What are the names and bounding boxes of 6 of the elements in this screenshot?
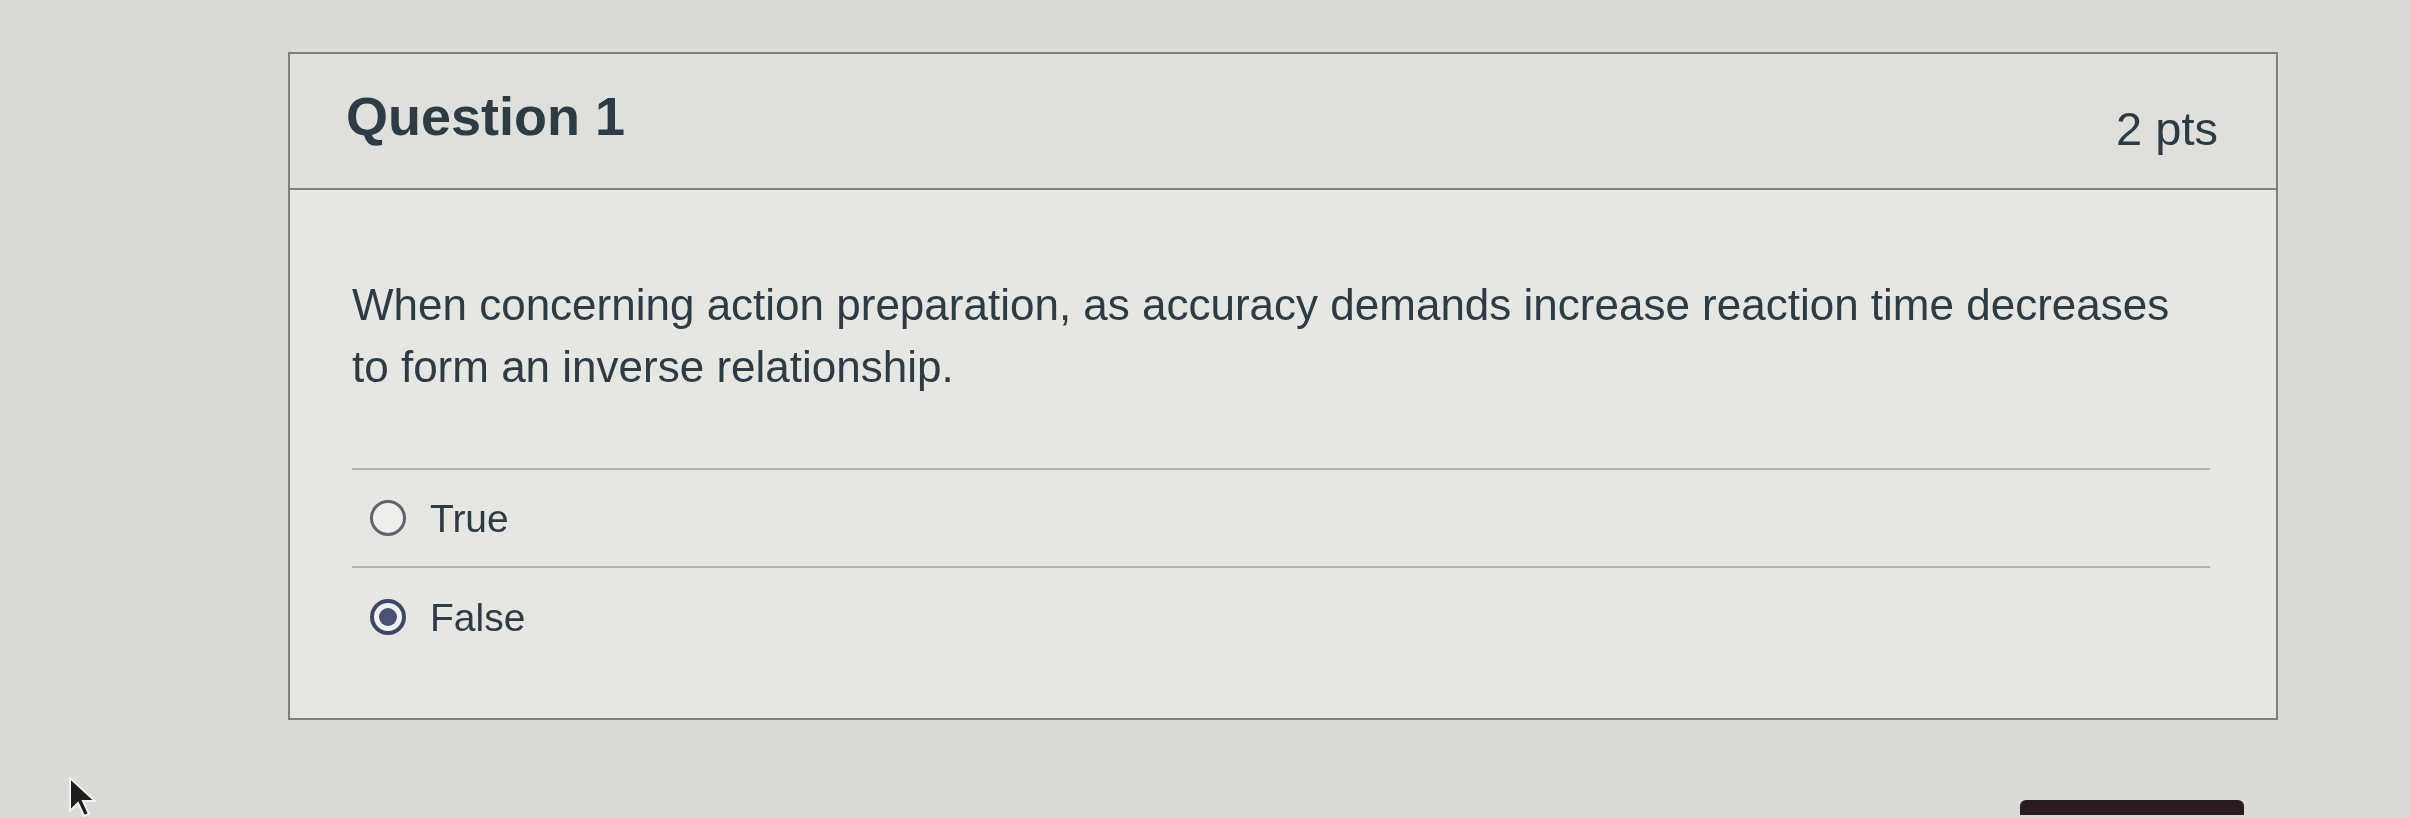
- mouse-pointer-icon: [68, 777, 98, 817]
- question-text: When concerning action preparation, as accuracy demands increase reaction time decreases to form an inverse relationship.: [352, 279, 2171, 393]
- answer-label[interactable]: False: [430, 597, 526, 637]
- radio-button[interactable]: [370, 500, 406, 536]
- answer-label[interactable]: True: [430, 498, 509, 538]
- radio-button[interactable]: [370, 599, 406, 635]
